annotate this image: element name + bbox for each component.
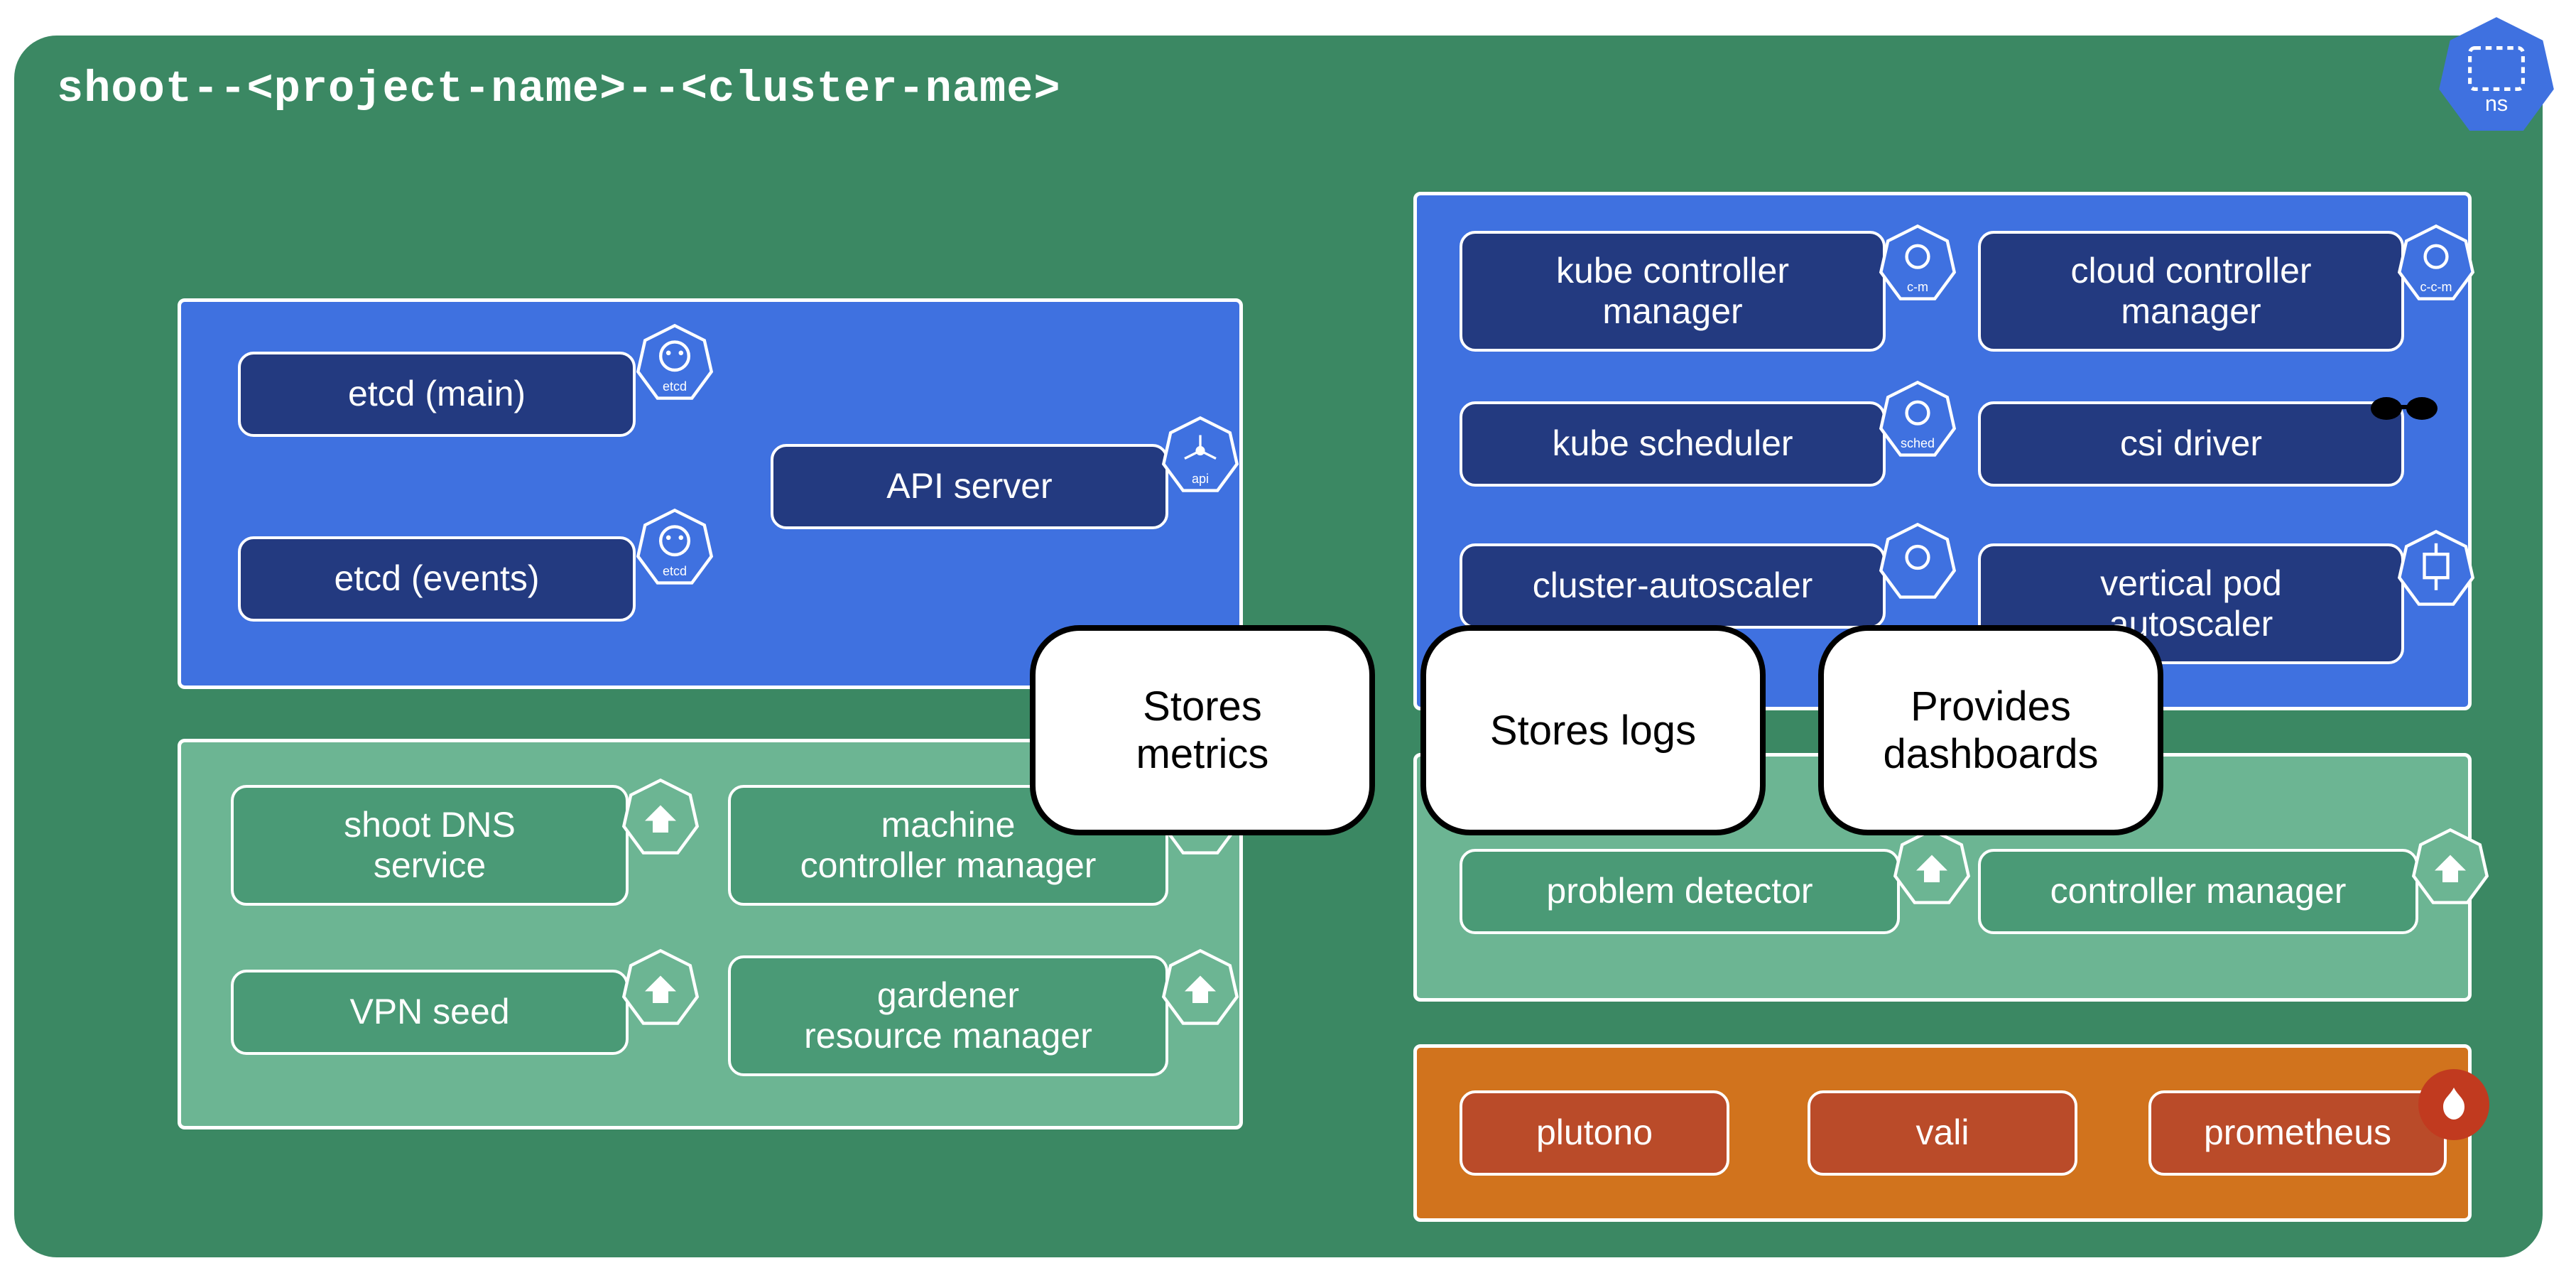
gardener-leaf-icon bbox=[621, 948, 700, 1026]
bubble-stores-logs: Stores logs bbox=[1420, 625, 1766, 835]
gardener-leaf-icon bbox=[1161, 948, 1239, 1026]
api-icon: api bbox=[1161, 416, 1239, 494]
pill-controller-manager: controller manager bbox=[1978, 849, 2418, 934]
prometheus-flame-icon bbox=[2418, 1069, 2489, 1140]
cube-icon bbox=[2397, 529, 2475, 607]
bubble-stores-metrics: Stores metrics bbox=[1030, 625, 1375, 835]
gardener-leaf-icon bbox=[2411, 828, 2489, 906]
sunglasses-icon bbox=[2369, 394, 2440, 423]
pill-kube-controller-manager: kube controller manager bbox=[1460, 231, 1886, 352]
bubble-provides-dashboards: Provides dashboards bbox=[1818, 625, 2163, 835]
etcd-icon: etcd bbox=[636, 323, 714, 401]
pill-problem-detector: problem detector bbox=[1460, 849, 1900, 934]
gear-icon: c-m bbox=[1879, 224, 1957, 302]
sched-icon: sched bbox=[1879, 380, 1957, 458]
pill-vali: vali bbox=[1808, 1090, 2077, 1176]
pill-shoot-dns-service: shoot DNS service bbox=[231, 785, 629, 906]
gardener-leaf-icon bbox=[1893, 828, 1971, 906]
pill-kube-scheduler: kube scheduler bbox=[1460, 401, 1886, 487]
pill-prometheus: prometheus bbox=[2148, 1090, 2447, 1176]
gardener-leaf-icon bbox=[621, 778, 700, 856]
namespace-container: shoot--<project-name>--<cluster-name> et… bbox=[14, 36, 2543, 1257]
pill-api-server: API server bbox=[771, 444, 1168, 529]
pill-cluster-autoscaler: cluster-autoscaler bbox=[1460, 543, 1886, 629]
pill-vpn-seed: VPN seed bbox=[231, 970, 629, 1055]
pill-csi-driver: csi driver bbox=[1978, 401, 2404, 487]
pill-etcd-main: etcd (main) bbox=[238, 352, 636, 437]
namespace-title: shoot--<project-name>--<cluster-name> bbox=[57, 64, 1061, 114]
etcd-icon: etcd bbox=[636, 508, 714, 586]
pill-plutono: plutono bbox=[1460, 1090, 1729, 1176]
gear-icon: c-c-m bbox=[2397, 224, 2475, 302]
gear-icon bbox=[1879, 522, 1957, 600]
ns-badge-label: ns bbox=[2485, 92, 2508, 116]
namespace-badge-icon: ns bbox=[2436, 14, 2557, 135]
panel-observability: plutono vali prometheus bbox=[1413, 1044, 2472, 1222]
pill-gardener-resource-manager: gardener resource manager bbox=[728, 955, 1168, 1076]
pill-cloud-controller-manager: cloud controller manager bbox=[1978, 231, 2404, 352]
pill-etcd-events: etcd (events) bbox=[238, 536, 636, 622]
